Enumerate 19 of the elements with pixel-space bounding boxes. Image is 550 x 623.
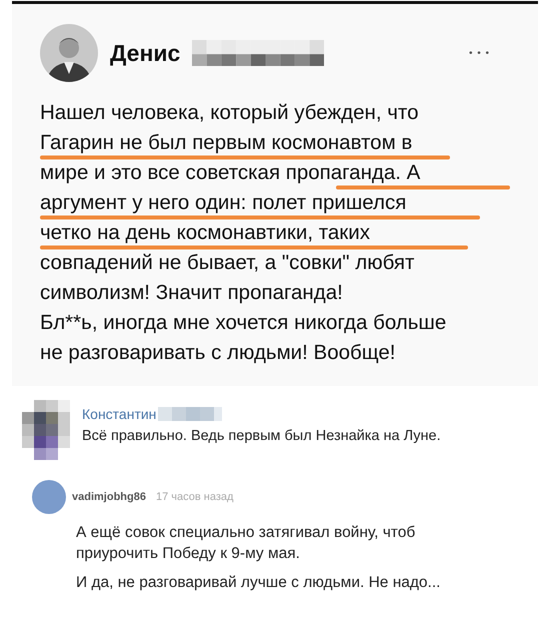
commenter-name[interactable]: vadimjobhg86	[72, 491, 146, 503]
post-text-line: Бл**ь, иногда мне хочется никогда больше	[40, 310, 446, 335]
post-text-line: аргумент у него один: полет пришелся	[40, 190, 406, 215]
pixelated-surname-drawing	[158, 407, 222, 421]
avatar-icon	[32, 480, 66, 514]
post-text-line: Нашел человека, который убежден, что	[40, 100, 418, 125]
comment-time: 17 часов назад	[156, 491, 234, 503]
post-text-line: не разговаривать с людьми! Вообще!	[40, 340, 396, 365]
commenter-name[interactable]: Константин	[82, 406, 156, 422]
comment-text: А ещё совок специально затягивал войну, чтоб приурочить Победу к 9-му мая.	[76, 523, 416, 564]
author-name[interactable]: Денис	[110, 40, 180, 66]
post-text-line: символизм! Значит пропаганда!	[40, 280, 343, 305]
more-button[interactable]: • • •	[468, 48, 490, 58]
post-text-line: Гагарин не был первым космонавтом в	[40, 130, 412, 155]
post-text-line: совпадений не бывает, а "совки" любят	[40, 250, 414, 275]
post-text-line: мире и это все советская пропаганда. А	[40, 160, 420, 185]
comment-text: И да, не разговаривай лучше с людьми. Не надо...	[76, 573, 442, 593]
comment-text: Всё правильно. Ведь первым был Незнайка на Луне.	[82, 428, 441, 444]
post-text-line: четко на день космонавтики, таких	[40, 220, 370, 245]
